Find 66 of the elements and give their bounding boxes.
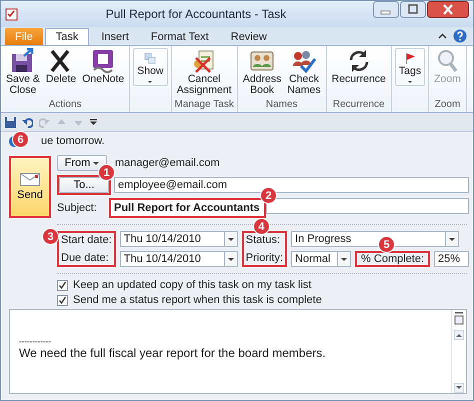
customize-icon[interactable] [90,119,97,125]
scroll-down-icon[interactable] [454,383,464,393]
message-body[interactable]: ------------ We need the full fiscal year report for the board members. [9,309,467,394]
to-button[interactable]: To... [59,177,109,193]
app-icon [5,7,19,21]
callout-badge: 1 [99,165,114,180]
separator-text: ------------ [19,338,52,346]
ribbon-tab[interactable]: Insert [91,28,139,45]
ribbon-button[interactable]: Delete [44,46,78,99]
subject-field[interactable]: Pull Report for Accountants [111,200,264,216]
scroll-up-icon[interactable] [454,330,464,340]
ribbon-button[interactable]: Address Book [240,46,284,99]
sender-address: manager@email.com [115,157,220,169]
ribbon-button[interactable]: OneNote [80,46,126,99]
save-close-icon [10,48,36,74]
ribbon-button[interactable]: Save & Close [4,46,42,99]
group-label: Manage Task [174,99,234,112]
checkbox[interactable] [57,280,68,290]
collapse-ribbon-icon[interactable] [438,33,447,39]
close-icon[interactable] [427,1,469,18]
callout-badge: 2 [261,188,276,203]
minimize-icon[interactable] [373,1,399,18]
group-label: Zoom [434,99,460,112]
ribbon-tab[interactable]: Task [44,28,90,45]
send-button[interactable]: Send [11,158,49,216]
show-icon [142,53,158,64]
subject-label: Subject: [57,202,98,214]
caret-icon [93,162,100,164]
group-label: Names [266,99,298,112]
dropdown-icon[interactable] [341,258,348,260]
ribbon-button[interactable]: Tags [394,48,426,86]
info-text: ue tomorrow. [41,135,105,147]
maximize-icon[interactable] [400,1,426,18]
callout-badge: 6 [13,132,28,147]
percent-complete-label: % Complete: [360,253,426,265]
percent-complete-field[interactable]: 25% [434,251,469,267]
save-icon[interactable] [5,116,16,128]
body-text: We need the full fiscal year report for the board members. [19,346,327,360]
ribbon-button[interactable]: Show [133,48,168,86]
status-label: Status: [246,234,282,246]
window-title: Pull Report for Accountants - Task [104,7,288,21]
ribbon-button[interactable]: Check Names [285,46,323,99]
check-names-icon [290,48,317,74]
callout-badge: 5 [379,237,394,252]
dropdown-icon[interactable] [449,238,456,240]
priority-label: Priority: [246,252,284,264]
group-label: Recurrence [332,99,385,112]
envelope-icon [20,173,40,186]
callout-badge: 4 [254,219,269,234]
caret-icon [406,80,413,83]
help-icon[interactable] [453,29,467,43]
ribbon-button[interactable]: Cancel Assignment [174,46,234,99]
checkbox-label: Send me a status report when this task is complete [73,294,322,306]
ribbon-button[interactable]: Recurrence [330,46,388,99]
undo-icon[interactable] [22,116,33,128]
group-label: Actions [48,99,82,112]
dropdown-icon[interactable] [228,258,234,260]
due-date-label: Due date: [61,252,110,264]
ribbon-tab[interactable]: Review [220,28,277,45]
checkbox-label: Keep an updated copy of this task on my task list [73,279,312,291]
caret-icon [147,80,154,83]
dropdown-icon[interactable] [228,238,234,240]
ribbon-tab[interactable]: Format Text [140,28,219,45]
checkbox[interactable] [57,294,68,306]
start-date-label: Start date: [61,234,112,246]
callout-badge: 3 [43,229,58,244]
